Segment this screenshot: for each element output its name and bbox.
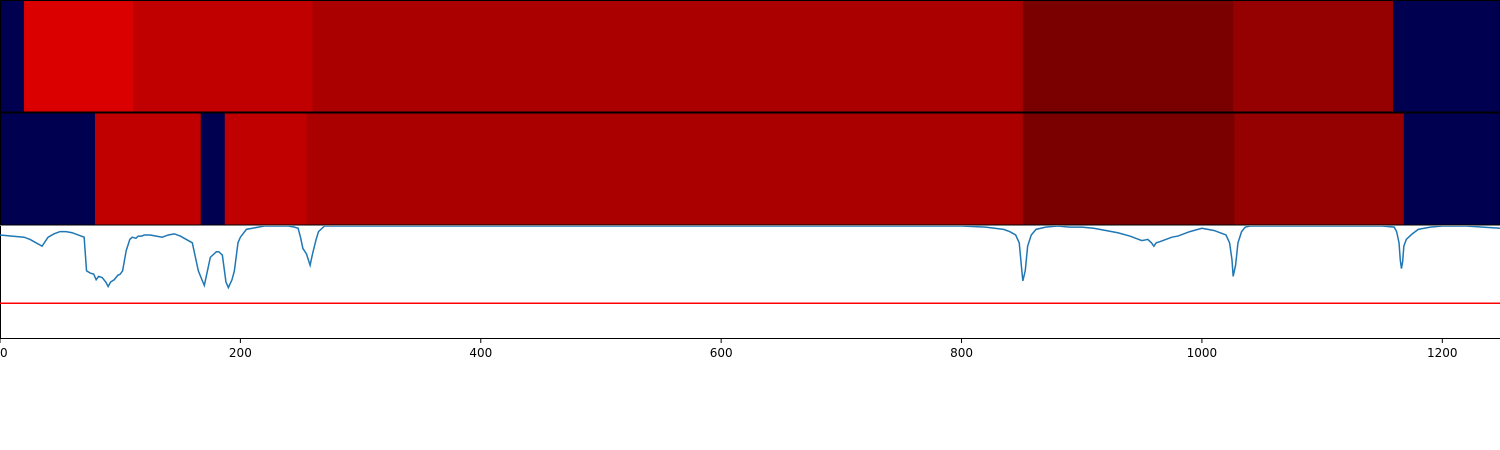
heatmap-top-segment-4 bbox=[1022, 1, 1234, 112]
heatmap-middle-panel bbox=[0, 113, 1500, 225]
figure: 0 200 400 600 800 1000 1200 bbox=[0, 0, 1500, 450]
x-tick-label-3: 600 bbox=[710, 346, 733, 360]
heatmap-middle-segment-1 bbox=[94, 113, 202, 225]
heatmap-middle-segment-4 bbox=[306, 113, 1024, 225]
heatmap-top-segment-3 bbox=[312, 1, 1024, 112]
x-tick-label-5: 1000 bbox=[1187, 346, 1218, 360]
x-tick-label-6: 1200 bbox=[1427, 346, 1458, 360]
heatmap-middle-segment-7 bbox=[1403, 113, 1500, 225]
heatmap-top-panel bbox=[0, 1, 1500, 112]
heatmap-middle-segment-3 bbox=[224, 113, 307, 225]
x-tick-label-2: 400 bbox=[469, 346, 492, 360]
heatmap-middle-segment-6 bbox=[1234, 113, 1405, 225]
heatmap-middle-segment-0 bbox=[0, 113, 96, 225]
heatmap-top-segment-5 bbox=[1233, 1, 1394, 112]
x-tick-label-0: 0 bbox=[0, 346, 8, 360]
x-tick-label-1: 200 bbox=[229, 346, 252, 360]
heatmap-middle-segment-5 bbox=[1022, 113, 1235, 225]
heatmap-top-segment-2 bbox=[133, 1, 313, 112]
heatmap-middle-segment-2 bbox=[200, 113, 226, 225]
heatmap-top-segment-0 bbox=[0, 1, 25, 112]
heatmap-top-segment-1 bbox=[24, 1, 134, 112]
heatmap-top-segment-6 bbox=[1393, 1, 1500, 112]
x-tick-label-4: 800 bbox=[950, 346, 973, 360]
